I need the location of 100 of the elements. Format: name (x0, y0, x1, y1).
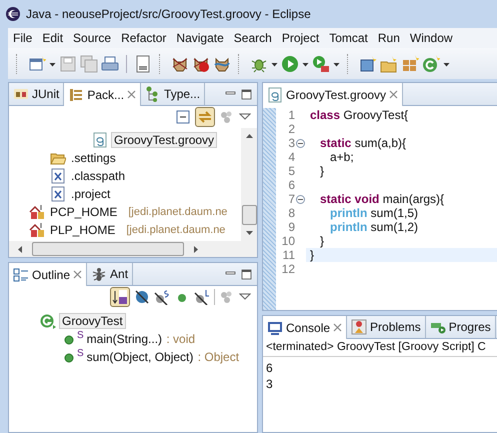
menu-item[interactable]: Navigate (171, 31, 229, 45)
xml-file-icon (50, 186, 66, 202)
code-line: class GroovyTest{ (310, 108, 408, 122)
scroll-thumb[interactable] (32, 242, 184, 256)
menu-item[interactable]: Tomcat (324, 31, 373, 45)
code-line: } (319, 164, 324, 178)
tree-item[interactable]: GroovyTest (59, 313, 126, 329)
console-output: 6 (266, 360, 274, 376)
code-line: } (310, 248, 314, 262)
hide-local-icon[interactable] (194, 289, 210, 305)
tree-item[interactable]: GroovyTest.groovy (111, 132, 218, 148)
view-tab[interactable]: Progres (426, 316, 496, 338)
static-marker: S (77, 330, 84, 341)
menu-item[interactable]: Source (68, 31, 116, 45)
line-number: 3 (288, 136, 295, 150)
close-icon[interactable] (389, 90, 398, 99)
scroll-down-icon[interactable] (246, 231, 252, 236)
sort-button[interactable] (110, 287, 130, 307)
groovy-file-icon (92, 132, 108, 148)
close-icon[interactable] (73, 270, 82, 279)
new-project-icon[interactable] (359, 54, 377, 72)
code-line: static void main(args){ (319, 192, 444, 206)
view-tab[interactable]: Ant (87, 263, 134, 285)
view-tab[interactable]: Type... (141, 83, 206, 105)
line-number: 11 (282, 248, 295, 262)
menu-item[interactable]: Project (276, 31, 324, 45)
tree-item[interactable]: .settings (69, 151, 118, 165)
return-type: : Object (196, 350, 240, 364)
line-number: 2 (288, 122, 295, 136)
scroll-left-icon[interactable] (17, 246, 22, 252)
collapse-icon[interactable] (296, 194, 305, 204)
return-type: : void (165, 332, 196, 346)
code-line: static sum(a,b){ (319, 136, 406, 150)
line-number: 9 (288, 220, 295, 234)
junit-icon (13, 86, 29, 102)
scroll-up-icon[interactable] (246, 133, 252, 138)
server-connection-icon (29, 222, 45, 238)
line-number: 4 (288, 150, 295, 164)
server-address: [jedi.planet.daum.ne (128, 206, 228, 218)
line-number: 1 (288, 108, 295, 122)
menu-item[interactable]: Search (228, 31, 277, 45)
code-line: println sum(1,5) (329, 206, 418, 220)
new-window-icon[interactable] (28, 54, 46, 72)
line-number: 10 (282, 234, 295, 248)
eclipse-logo-icon (5, 6, 21, 22)
print-icon[interactable] (101, 54, 119, 72)
collapse-icon[interactable] (296, 138, 305, 148)
tree-item[interactable]: .classpath (69, 169, 128, 183)
close-icon[interactable] (127, 90, 136, 99)
server-connection-icon (29, 204, 45, 220)
server-address: [jedi.planet.daum.ne (126, 224, 226, 236)
horizontal-scrollbar[interactable] (9, 241, 257, 257)
window-title: Java - neouseProject/src/GroovyTest.groovy - Eclipse (26, 7, 311, 21)
line-number: 8 (288, 206, 295, 220)
package-explorer-icon (68, 86, 84, 102)
code-line: } (319, 234, 324, 248)
menu-item[interactable]: File (8, 31, 38, 45)
console-header: <terminated> GroovyTest [Groovy Script] C (263, 339, 497, 357)
sync-arrows-icon (197, 109, 213, 125)
console-icon (267, 320, 283, 336)
menu-item[interactable]: Window (404, 31, 458, 45)
tree-item[interactable]: main(String...) (84, 332, 164, 346)
line-number: 6 (288, 178, 295, 192)
hide-fields-icon[interactable] (134, 289, 150, 305)
collapse-all-icon[interactable] (175, 109, 191, 125)
tree-item[interactable]: .project (69, 187, 112, 201)
tree-item[interactable]: PCP_HOME (48, 205, 120, 219)
scroll-right-icon[interactable] (194, 246, 199, 252)
view-tab[interactable]: GroovyTest.groovy (263, 83, 404, 106)
menu-item[interactable]: Run (372, 31, 405, 45)
line-number: 12 (282, 262, 295, 276)
view-tab[interactable]: Outline (9, 263, 88, 286)
tree-item[interactable]: PLP_HOME (48, 223, 118, 237)
line-number: 7 (288, 192, 295, 206)
view-tab[interactable]: Pack... (64, 83, 142, 106)
new-folder-icon[interactable] (380, 54, 398, 72)
code-line: println sum(1,2) (329, 220, 418, 234)
menu-item[interactable]: Edit (37, 31, 68, 45)
static-marker: S (77, 348, 84, 359)
maximize-icon[interactable] (241, 88, 252, 100)
vertical-scrollbar[interactable] (241, 128, 257, 241)
maximize-icon[interactable] (241, 268, 252, 280)
view-tab[interactable]: Console (263, 316, 348, 339)
code-line: a+b; (329, 150, 354, 164)
ant-icon (91, 266, 108, 282)
groovy-class-icon (40, 313, 56, 329)
hide-static-icon[interactable] (154, 289, 170, 305)
menu-item[interactable]: Refactor (116, 31, 172, 45)
view-tab[interactable]: Problems (347, 316, 426, 338)
problems-icon (351, 319, 368, 335)
external-tools-icon[interactable] (312, 54, 330, 72)
scroll-thumb[interactable] (242, 204, 256, 224)
tree-item[interactable]: sum(Object, Object) (84, 350, 196, 364)
console-output: 3 (266, 376, 274, 392)
sort-az-icon (112, 289, 128, 305)
xml-file-icon (50, 168, 66, 184)
outline-icon (13, 266, 29, 282)
groovy-file-icon (267, 86, 283, 102)
line-number: 5 (288, 164, 295, 178)
close-icon[interactable] (333, 323, 342, 332)
